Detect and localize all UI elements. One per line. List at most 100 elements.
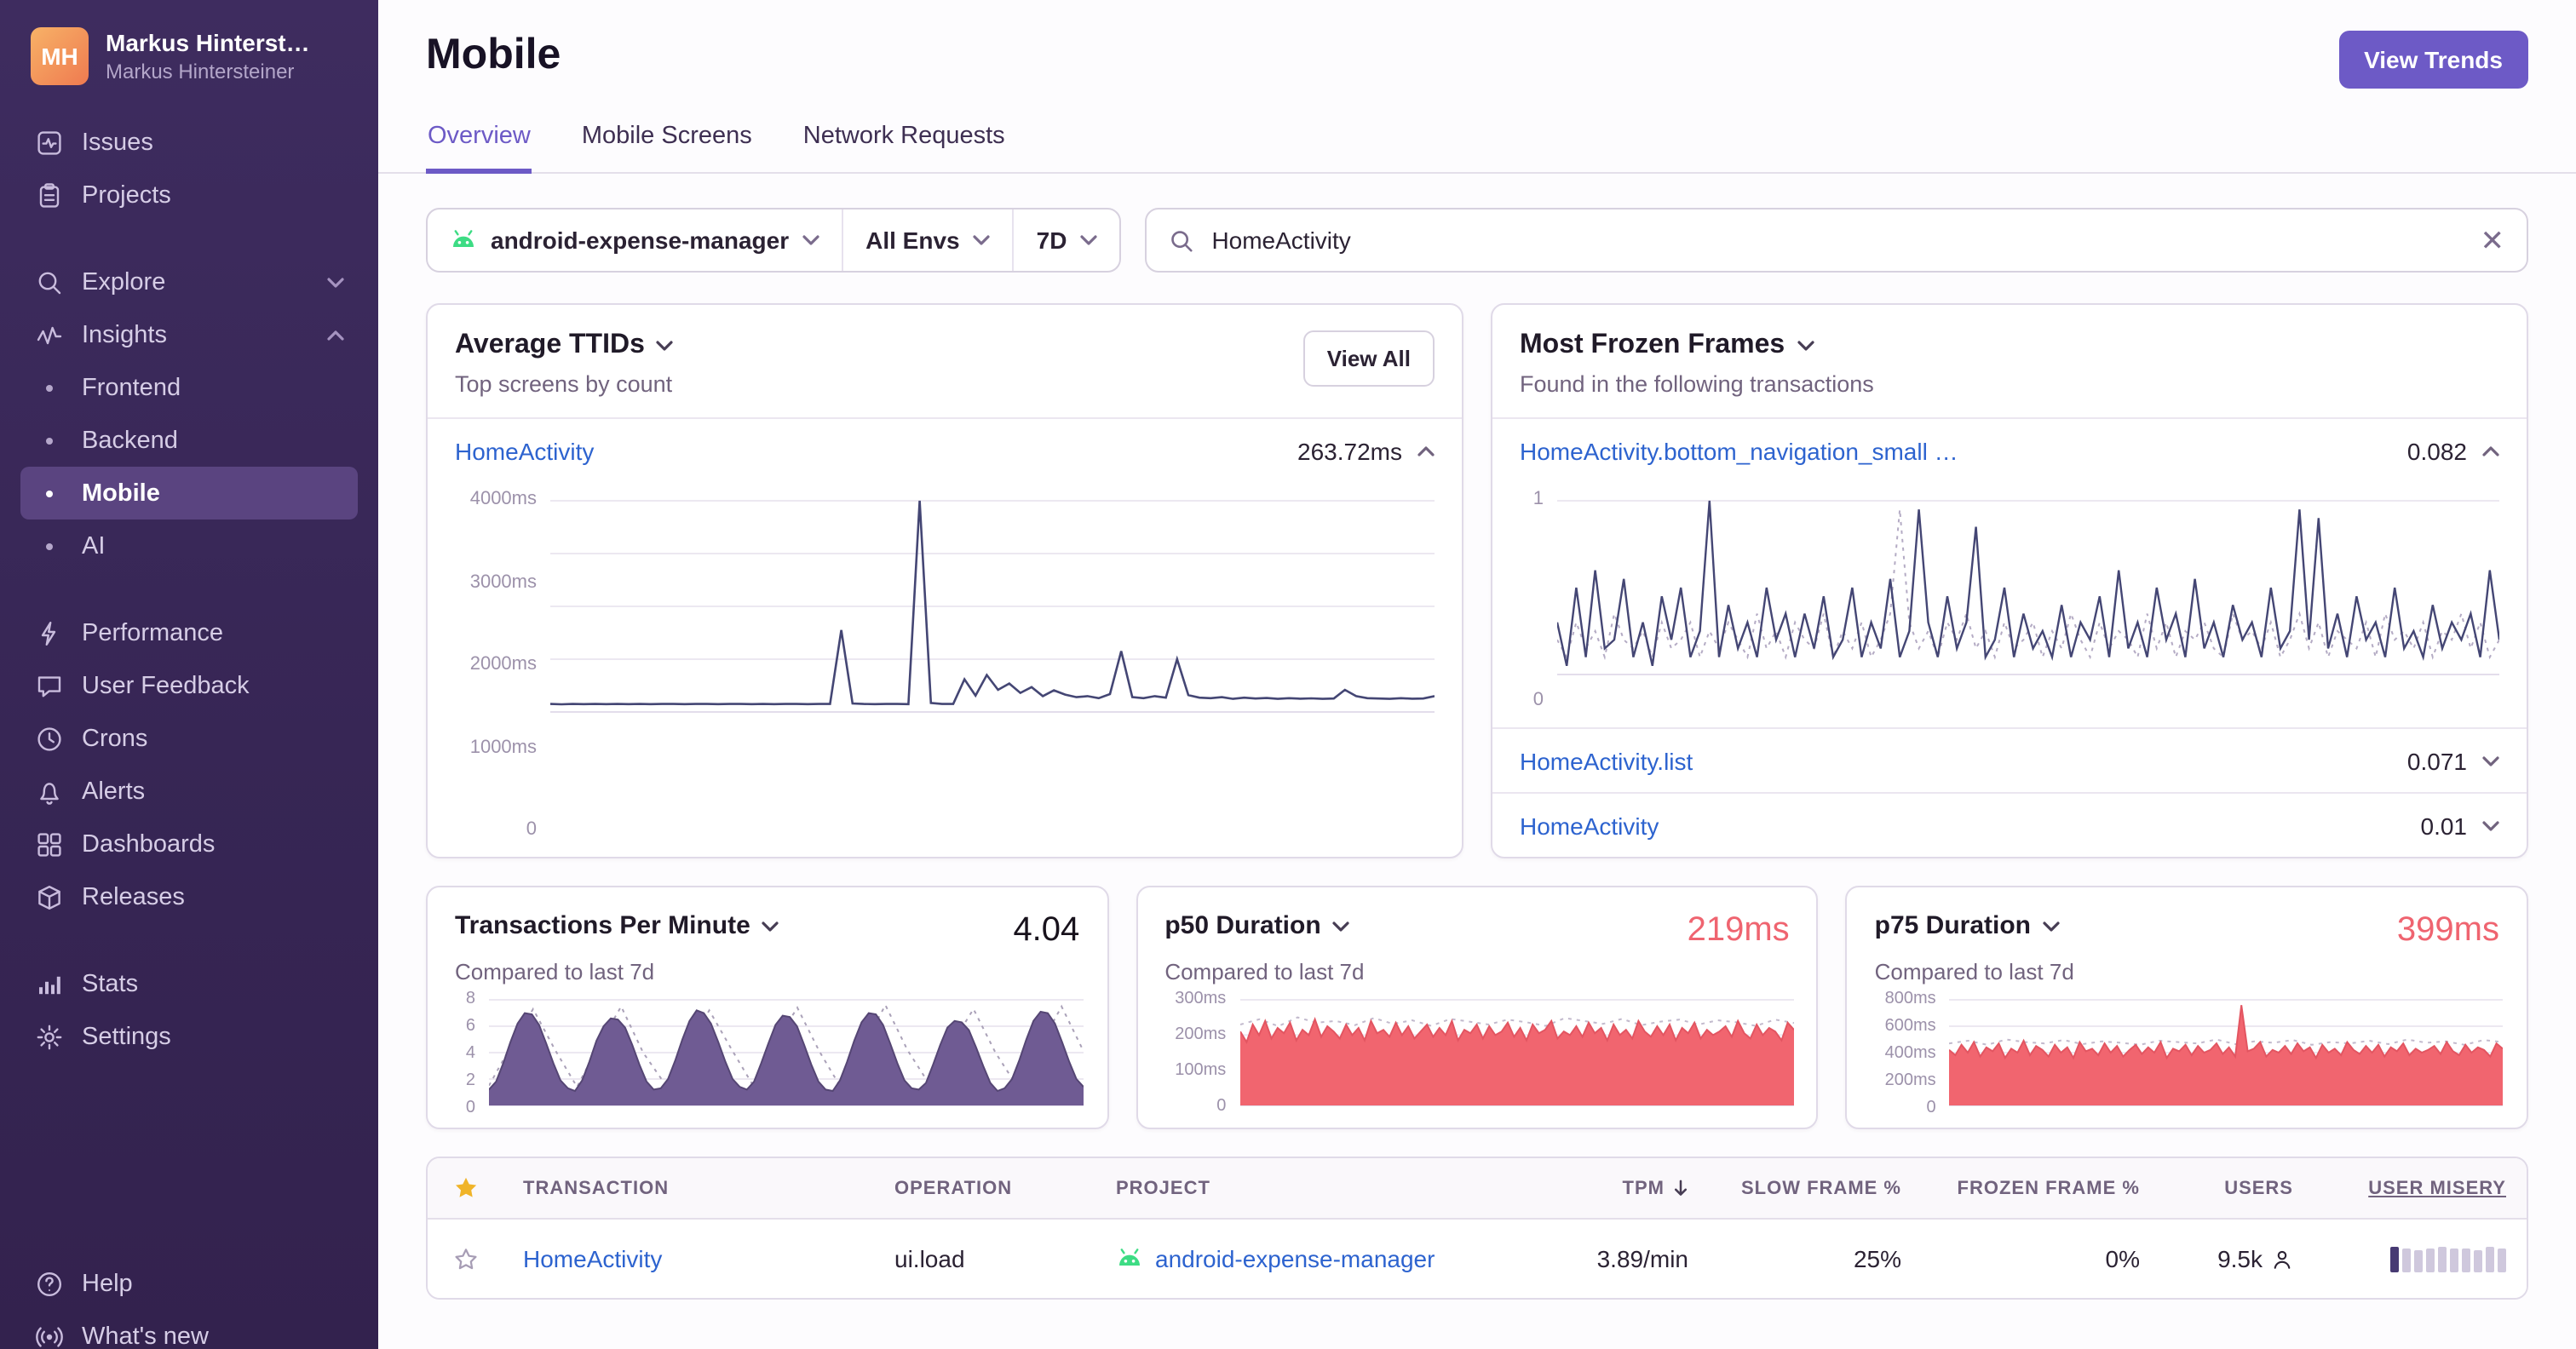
favorite-toggle[interactable] (428, 1246, 503, 1272)
environment-selector[interactable]: All Envs (843, 210, 1015, 271)
frozen-chart-area: 1 0 (1492, 482, 2527, 727)
user-org: Markus Hintersteiner (106, 60, 295, 83)
chevron-down-icon (1333, 921, 1350, 931)
ttid-chart-area: 4000ms 3000ms 2000ms 1000ms 0 (428, 482, 1462, 857)
p50-value: 219ms (1687, 911, 1790, 949)
chevron-down-icon (1080, 235, 1098, 245)
bullet-icon (34, 542, 65, 549)
sidebar-item-help[interactable]: Help (20, 1257, 358, 1310)
sidebar-item-alerts[interactable]: Alerts (20, 765, 358, 818)
sidebar-item-explore[interactable]: Explore (20, 255, 358, 308)
sidebar-item-issues[interactable]: Issues (20, 116, 358, 169)
issues-icon (34, 129, 65, 156)
cell-users: 9.5k (2160, 1245, 2314, 1272)
p50-title[interactable]: p50 Duration (1164, 911, 1350, 940)
chevron-down-icon (2482, 755, 2499, 766)
sidebar-item-user-feedback[interactable]: User Feedback (20, 659, 358, 712)
cell-slow-frame: 25% (1853, 1245, 1901, 1272)
sidebar-item-crons[interactable]: Crons (20, 712, 358, 765)
sidebar-item-dashboards[interactable]: Dashboards (20, 818, 358, 870)
transaction-link[interactable]: HomeActivity (523, 1245, 662, 1272)
tab-overview[interactable]: Overview (426, 112, 532, 174)
frozen-accordion-row-1[interactable]: HomeActivity.list 0.071 (1492, 727, 2527, 792)
frozen-accordion-row-0[interactable]: HomeActivity.bottom_navigation_small … 0… (1492, 417, 2527, 482)
search-input[interactable] (1211, 227, 2464, 254)
average-ttids-title[interactable]: Average TTIDs (455, 330, 674, 361)
org-user-switcher[interactable]: MH Markus Hinterst… Markus Hintersteiner (20, 24, 358, 112)
ttid-accordion-row[interactable]: HomeActivity 263.72ms (428, 417, 1462, 482)
sidebar-item-performance[interactable]: Performance (20, 606, 358, 659)
tab-network-requests[interactable]: Network Requests (802, 112, 1007, 174)
frozen-frames-line-chart (1557, 499, 2499, 676)
p75-title[interactable]: p75 Duration (1875, 911, 2060, 940)
chevron-up-icon (327, 330, 344, 340)
column-header-operation[interactable]: OPERATION (874, 1178, 1095, 1198)
sidebar-item-whats-new[interactable]: What's new (20, 1310, 358, 1349)
transaction-link[interactable]: HomeActivity (1520, 812, 1659, 839)
view-all-button[interactable]: View All (1302, 330, 1435, 387)
bar-chart-icon (34, 970, 65, 997)
sidebar-item-mobile[interactable]: Mobile (20, 467, 358, 520)
favorite-column-header (428, 1175, 503, 1201)
avatar: MH (31, 27, 89, 85)
user-misery-histogram (2390, 1245, 2506, 1272)
tpm-chart-area: 8 6 4 2 0 (428, 984, 1107, 1128)
sidebar-item-frontend[interactable]: Frontend (20, 361, 358, 414)
page-header: Mobile View Trends (378, 0, 2576, 89)
user-name: Markus Hinterst… (106, 29, 310, 56)
column-header-slow-frame[interactable]: SLOW FRAME % (1709, 1178, 1922, 1198)
project-link[interactable]: android-expense-manager (1155, 1245, 1435, 1272)
column-header-transaction[interactable]: TRANSACTION (503, 1178, 874, 1198)
page-filters: android-expense-manager All Envs 7D (426, 208, 1122, 273)
column-header-tpm[interactable]: TPM (1538, 1178, 1709, 1198)
sidebar-item-ai[interactable]: AI (20, 520, 358, 572)
tpm-title[interactable]: Transactions Per Minute (455, 911, 779, 940)
sidebar-item-insights[interactable]: Insights (20, 308, 358, 361)
chevron-down-icon (1797, 341, 1814, 351)
tpm-card: Transactions Per Minute 4.04 Compared to… (426, 886, 1109, 1129)
ttid-y-axis: 4000ms 3000ms 2000ms 1000ms 0 (469, 489, 537, 840)
cell-frozen-frame: 0% (2105, 1245, 2140, 1272)
page-title: Mobile (426, 31, 561, 78)
tpm-area-chart (489, 998, 1084, 1107)
sidebar-item-projects[interactable]: Projects (20, 169, 358, 221)
sidebar-footer: Help What's new (20, 1257, 358, 1349)
content-area: Average TTIDs Top screens by count View … (378, 273, 2576, 1349)
frozen-accordion-row-2[interactable]: HomeActivity 0.01 (1492, 792, 2527, 857)
android-icon (450, 230, 477, 250)
chevron-up-icon (2482, 445, 2499, 456)
star-filled-icon (455, 1177, 476, 1197)
column-header-frozen-frame[interactable]: FROZEN FRAME % (1922, 1178, 2160, 1198)
column-header-project[interactable]: PROJECT (1095, 1178, 1538, 1198)
tab-bar: Overview Mobile Screens Network Requests (378, 112, 2576, 174)
transaction-link[interactable]: HomeActivity (455, 437, 594, 464)
speech-bubble-icon (34, 672, 65, 699)
cell-transaction: HomeActivity (503, 1245, 874, 1272)
chevron-down-icon (327, 277, 344, 287)
p75-duration-card: p75 Duration 399ms Compared to last 7d 8… (1845, 886, 2528, 1129)
column-header-user-misery[interactable]: USER MISERY (2314, 1178, 2527, 1198)
transaction-link[interactable]: HomeActivity.list (1520, 747, 1693, 774)
average-ttids-card: Average TTIDs Top screens by count View … (426, 303, 1463, 858)
most-frozen-frames-title[interactable]: Most Frozen Frames (1520, 330, 1874, 361)
chevron-down-icon (2482, 820, 2499, 830)
view-trends-button[interactable]: View Trends (2338, 31, 2528, 89)
tab-mobile-screens[interactable]: Mobile Screens (580, 112, 754, 174)
nav-group-tools: Performance User Feedback Crons Alerts D… (20, 606, 358, 923)
date-range-selector[interactable]: 7D (1015, 210, 1120, 271)
bullet-icon (34, 384, 65, 391)
sidebar-item-stats[interactable]: Stats (20, 957, 358, 1010)
project-selector[interactable]: android-expense-manager (428, 210, 844, 271)
sidebar-item-settings[interactable]: Settings (20, 1010, 358, 1063)
cell-operation: ui.load (894, 1245, 965, 1272)
sidebar-item-releases[interactable]: Releases (20, 870, 358, 923)
p50-chart-area: 300ms 200ms 100ms 0 (1137, 984, 1816, 1128)
sidebar: MH Markus Hinterst… Markus Hintersteiner… (0, 0, 378, 1349)
column-header-users[interactable]: USERS (2160, 1178, 2314, 1198)
p75-chart-area: 800ms 600ms 400ms 200ms 0 (1848, 984, 2527, 1128)
clear-search-icon[interactable]: ✕ (2481, 226, 2505, 255)
transaction-link[interactable]: HomeActivity.bottom_navigation_small … (1520, 437, 1958, 464)
chevron-down-icon (762, 921, 779, 931)
user-icon (2271, 1248, 2293, 1270)
sidebar-item-backend[interactable]: Backend (20, 414, 358, 467)
